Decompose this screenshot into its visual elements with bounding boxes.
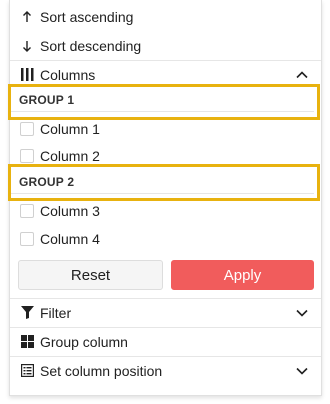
columns-item[interactable]: Columns	[10, 60, 321, 89]
column-option-1[interactable]: Column 1	[10, 115, 321, 142]
column-option-4[interactable]: Column 4	[10, 225, 321, 252]
apply-button[interactable]: Apply	[171, 260, 314, 290]
reset-button[interactable]: Reset	[18, 260, 163, 290]
column-option-2[interactable]: Column 2	[10, 142, 321, 169]
columns-icon	[20, 68, 34, 81]
grid-icon	[20, 335, 34, 348]
checkbox[interactable]	[20, 121, 34, 136]
group-column-label: Group column	[40, 333, 128, 350]
column-option-label: Column 1	[40, 120, 100, 137]
set-column-position-item[interactable]: Set column position	[10, 356, 321, 385]
column-option-label: Column 4	[40, 230, 100, 247]
columns-label: Columns	[40, 66, 96, 83]
column-option-label: Column 2	[40, 147, 100, 164]
sort-descending-item[interactable]: Sort descending	[10, 31, 321, 60]
filter-item[interactable]: Filter	[10, 298, 321, 327]
chevron-down-icon[interactable]	[295, 306, 309, 320]
list-icon	[20, 364, 34, 377]
chevron-up-icon[interactable]	[295, 68, 309, 82]
column-option-3[interactable]: Column 3	[10, 197, 321, 224]
column-menu: Sort ascending Sort descending Columns G…	[9, 0, 322, 396]
column-option-label: Column 3	[40, 202, 100, 219]
group-column-item[interactable]: Group column	[10, 327, 321, 356]
checkbox[interactable]	[20, 203, 34, 218]
set-column-position-label: Set column position	[40, 362, 163, 379]
checkbox[interactable]	[20, 231, 34, 246]
group-header-1: GROUP 1	[11, 89, 314, 112]
chevron-down-icon[interactable]	[295, 364, 309, 378]
sort-descending-label: Sort descending	[40, 37, 142, 54]
sort-ascending-label: Sort ascending	[40, 8, 134, 25]
arrow-up-icon	[20, 10, 34, 23]
arrow-down-icon	[20, 40, 34, 52]
group-header-2: GROUP 2	[11, 171, 314, 194]
sort-ascending-item[interactable]: Sort ascending	[10, 2, 321, 31]
checkbox[interactable]	[20, 148, 34, 163]
filter-icon	[20, 306, 34, 319]
filter-label: Filter	[40, 304, 72, 321]
